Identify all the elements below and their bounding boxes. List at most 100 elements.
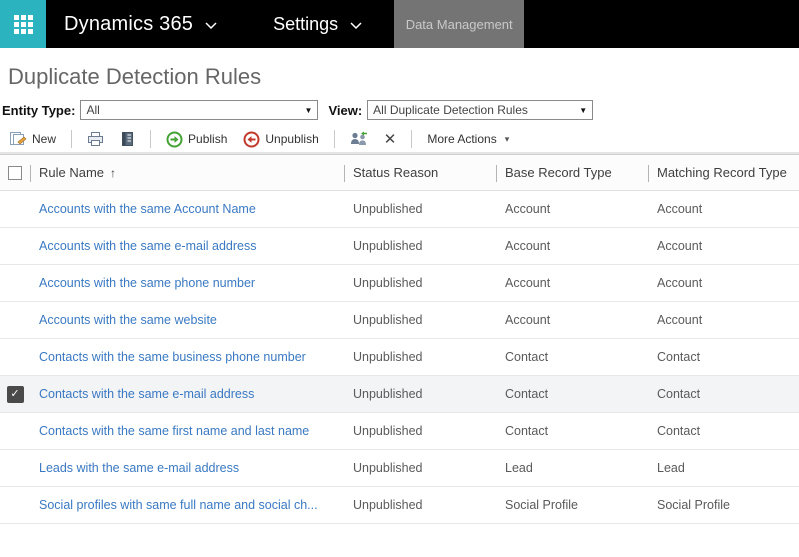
chevron-down-icon: [350, 21, 362, 29]
table-row[interactable]: ✓ Contacts with the same e-mail address Un…: [0, 376, 799, 413]
assign-button[interactable]: [345, 129, 373, 149]
filter-bar: Entity Type: All ▼ View: All Duplicate D…: [0, 98, 799, 126]
toolbar-separator: [150, 130, 152, 148]
rule-name-link[interactable]: Contacts with the same business phone nu…: [39, 350, 306, 364]
publish-icon: [166, 131, 183, 147]
table-row[interactable]: Accounts with the same Account Name Unpub…: [0, 191, 799, 228]
column-separator: [344, 165, 345, 182]
row-checkbox-cell[interactable]: [0, 339, 30, 375]
table-row[interactable]: Accounts with the same phone number Unpub…: [0, 265, 799, 302]
publish-label: Publish: [188, 132, 228, 146]
toolbar-separator: [71, 130, 73, 148]
column-header-rule-name[interactable]: Rule Name ↑: [30, 155, 344, 190]
view-label: View:: [328, 102, 363, 118]
row-checkbox-cell[interactable]: [0, 265, 30, 301]
view-value: All Duplicate Detection Rules: [373, 103, 528, 117]
status-reason-cell: Unpublished: [353, 424, 423, 438]
nav-dynamics365[interactable]: Dynamics 365: [46, 0, 231, 48]
grid-header-row: Rule Name ↑ Status Reason Base Record Ty…: [0, 154, 799, 191]
print-icon: [88, 132, 104, 146]
more-actions-label: More Actions: [427, 132, 497, 146]
rule-name-link[interactable]: Contacts with the same first name and la…: [39, 424, 309, 438]
rule-name-cell: Social profiles with same full name and …: [30, 498, 344, 512]
entity-type-value: All: [86, 103, 100, 117]
table-row[interactable]: Contacts with the same business phone nu…: [0, 339, 799, 376]
rule-name-link[interactable]: Accounts with the same e-mail address: [39, 239, 256, 253]
row-checkbox-cell[interactable]: [0, 450, 30, 486]
matching-record-type-cell: Account: [657, 313, 703, 327]
rule-name-link[interactable]: Leads with the same e-mail address: [39, 461, 239, 475]
assign-icon: [350, 131, 367, 145]
rule-name-cell: Accounts with the same e-mail address: [30, 239, 344, 253]
matching-record-type-cell: Account: [657, 239, 703, 253]
table-row[interactable]: Leads with the same e-mail address Unpubl…: [0, 450, 799, 487]
table-row[interactable]: Accounts with the same website Unpublishe…: [0, 302, 799, 339]
row-checkbox-cell[interactable]: [0, 228, 30, 264]
delete-button[interactable]: ✕: [379, 130, 402, 149]
matching-record-type-cell: Contact: [657, 350, 701, 364]
column-separator: [496, 165, 497, 182]
brand-label: Dynamics 365: [64, 12, 194, 35]
rule-name-link[interactable]: Accounts with the same Account Name: [39, 202, 256, 216]
dropdown-arrow-icon: ▼: [579, 105, 588, 115]
nav-settings[interactable]: Settings: [259, 0, 376, 48]
base-record-type-cell: Contact: [505, 350, 549, 364]
column-header-matching-record-type[interactable]: Matching Record Type: [648, 155, 799, 190]
status-reason-cell: Unpublished: [353, 276, 423, 290]
toolbar-separator: [411, 130, 413, 148]
view-select[interactable]: All Duplicate Detection Rules ▼: [367, 100, 594, 120]
publish-button[interactable]: Publish: [161, 129, 232, 150]
grid-toolbar: New Publish Unpublish ✕ More Actions ▾: [0, 126, 799, 154]
column-header-base-record-type[interactable]: Base Record Type: [496, 155, 648, 190]
row-checkbox-cell[interactable]: [0, 191, 30, 227]
rule-name-link[interactable]: Contacts with the same e-mail address: [39, 387, 254, 401]
more-actions-button[interactable]: More Actions ▾: [422, 130, 514, 148]
select-all-checkbox[interactable]: [8, 165, 22, 180]
matching-record-type-cell: Lead: [657, 461, 685, 475]
row-checkbox-cell[interactable]: [0, 413, 30, 449]
status-reason-cell: Unpublished: [353, 498, 423, 512]
matching-record-type-cell: Contact: [657, 424, 701, 438]
rule-name-link[interactable]: Accounts with the same website: [39, 313, 217, 327]
base-record-type-cell: Account: [505, 202, 551, 216]
row-checkbox-cell[interactable]: ✓: [0, 376, 30, 412]
unpublish-button[interactable]: Unpublish: [238, 129, 323, 150]
chevron-down-icon: [205, 21, 217, 29]
rule-name-cell: Leads with the same e-mail address: [30, 461, 344, 475]
row-checkbox-checked[interactable]: ✓: [6, 385, 24, 403]
select-all-cell: [0, 155, 30, 190]
rule-name-cell: Contacts with the same first name and la…: [30, 424, 344, 438]
app-launcher-button[interactable]: [0, 0, 46, 48]
report-button[interactable]: [115, 129, 140, 149]
new-button[interactable]: New: [4, 129, 61, 149]
data-management-label: Data Management: [405, 16, 513, 32]
grid-rows: Accounts with the same Account Name Unpub…: [0, 191, 799, 524]
matching-record-type-cell: Account: [657, 202, 703, 216]
entity-type-select[interactable]: All ▼: [80, 100, 319, 120]
column-header-status-reason[interactable]: Status Reason: [344, 155, 496, 190]
status-reason-cell: Unpublished: [353, 461, 423, 475]
base-record-type-cell: Account: [505, 239, 551, 253]
row-checkbox-cell[interactable]: [0, 487, 30, 523]
rules-grid: Rule Name ↑ Status Reason Base Record Ty…: [0, 154, 799, 556]
status-reason-cell: Unpublished: [353, 313, 423, 327]
base-record-type-cell: Social Profile: [505, 498, 578, 512]
status-reason-cell: Unpublished: [353, 350, 423, 364]
table-row[interactable]: Accounts with the same e-mail address Unp…: [0, 228, 799, 265]
table-row[interactable]: Contacts with the same first name and la…: [0, 413, 799, 450]
base-record-type-cell: Contact: [505, 424, 549, 438]
matching-record-type-cell: Account: [657, 276, 703, 290]
status-reason-cell: Unpublished: [353, 387, 423, 401]
rule-name-cell: Contacts with the same business phone nu…: [30, 350, 344, 364]
row-checkbox-cell[interactable]: [0, 302, 30, 338]
status-reason-cell: Unpublished: [353, 239, 423, 253]
base-record-type-cell: Account: [505, 276, 551, 290]
new-record-icon: [10, 132, 27, 145]
dropdown-arrow-icon: ▼: [304, 105, 313, 115]
print-button[interactable]: [82, 129, 109, 149]
waffle-icon: [13, 14, 33, 34]
rule-name-link[interactable]: Accounts with the same phone number: [39, 276, 255, 290]
table-row[interactable]: Social profiles with same full name and …: [0, 487, 799, 524]
nav-data-management[interactable]: Data Management: [394, 0, 525, 48]
rule-name-link[interactable]: Social profiles with same full name and …: [39, 498, 318, 512]
